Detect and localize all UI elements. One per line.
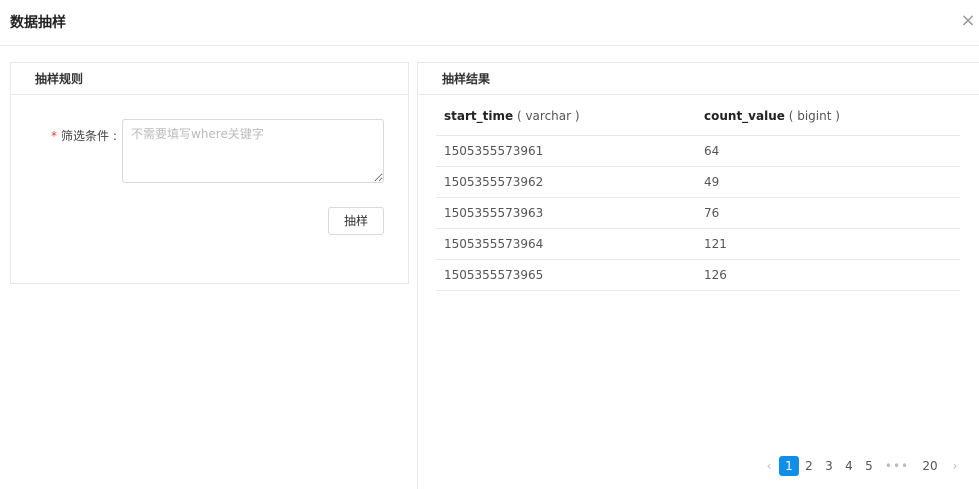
table-row: 1505355573962 49: [436, 166, 960, 198]
required-mark: *: [51, 129, 57, 143]
page-1[interactable]: 1: [779, 456, 799, 476]
rule-panel-title: 抽样规则: [11, 63, 408, 95]
result-table: start_time ( varchar ) count_value ( big…: [436, 98, 960, 291]
table-cell: 64: [696, 135, 960, 167]
column-header-count-value: count_value ( bigint ): [696, 98, 960, 136]
filter-condition-input[interactable]: [122, 119, 384, 183]
table-cell: 1505355573962: [436, 166, 696, 198]
column-name: start_time: [444, 109, 514, 124]
sampling-modal: 数据抽样 × 抽样规则 * 筛选条件 : 抽样 抽样结果 start_time (…: [0, 0, 979, 489]
modal-title: 数据抽样: [10, 15, 66, 31]
pagination: ‹ 1 2 3 4 5 ••• 20 ›: [759, 456, 965, 476]
table-cell: 121: [696, 228, 960, 260]
table-row: 1505355573961 64: [436, 135, 960, 167]
table-cell: 1505355573961: [436, 135, 696, 167]
page-2[interactable]: 2: [799, 456, 819, 476]
result-panel-title: 抽样结果: [418, 63, 979, 95]
table-header-row: start_time ( varchar ) count_value ( big…: [436, 98, 960, 136]
table-cell: 1505355573965: [436, 259, 696, 291]
page-ellipsis[interactable]: •••: [879, 456, 915, 476]
column-header-start-time: start_time ( varchar ): [436, 98, 696, 136]
table-row: 1505355573965 126: [436, 259, 960, 291]
sampling-result-panel: 抽样结果 start_time ( varchar ) count_value …: [417, 62, 979, 489]
page-4[interactable]: 4: [839, 456, 859, 476]
close-icon[interactable]: ×: [959, 12, 977, 30]
sampling-rule-panel: 抽样规则 * 筛选条件 : 抽样: [10, 62, 409, 284]
column-type: ( varchar ): [516, 109, 580, 124]
column-type: ( bigint ): [788, 109, 840, 124]
table-cell: 49: [696, 166, 960, 198]
filter-label-text: 筛选条件 :: [61, 129, 117, 143]
filter-condition-label: * 筛选条件 :: [51, 127, 117, 144]
column-name: count_value: [704, 109, 785, 124]
table-cell: 1505355573963: [436, 197, 696, 229]
page-5[interactable]: 5: [859, 456, 879, 476]
modal-header: 数据抽样 ×: [0, 0, 979, 46]
next-page-icon[interactable]: ›: [945, 456, 965, 476]
prev-page-icon[interactable]: ‹: [759, 456, 779, 476]
page-20[interactable]: 20: [915, 456, 945, 476]
table-cell: 126: [696, 259, 960, 291]
page-3[interactable]: 3: [819, 456, 839, 476]
table-row: 1505355573964 121: [436, 228, 960, 260]
table-row: 1505355573963 76: [436, 197, 960, 229]
sample-button[interactable]: 抽样: [328, 207, 384, 235]
table-cell: 76: [696, 197, 960, 229]
table-cell: 1505355573964: [436, 228, 696, 260]
